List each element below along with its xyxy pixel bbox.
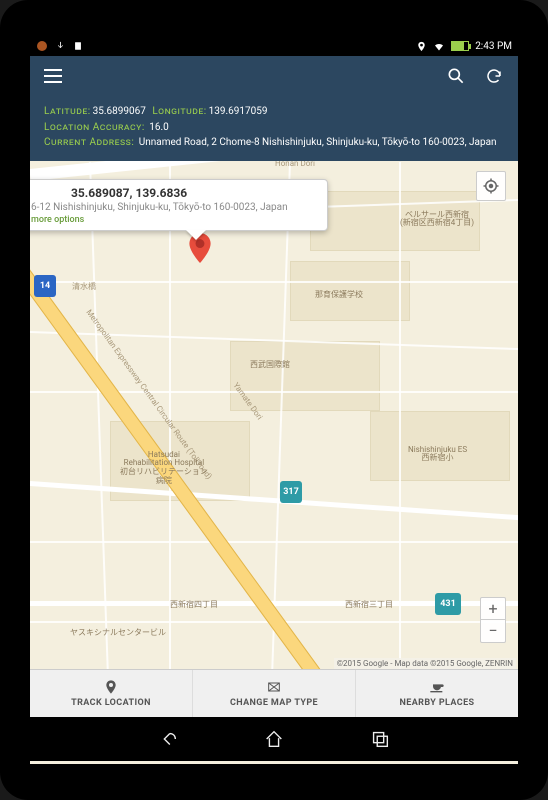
tab-change-map-type[interactable]: CHANGE MAP TYPE — [193, 670, 356, 717]
accuracy-value: 16.0 — [149, 122, 169, 133]
longitude-label: Longitude: — [152, 106, 206, 117]
tab-track-location[interactable]: TRACK LOCATION — [30, 670, 193, 717]
route-shield-431: 431 — [435, 593, 461, 615]
home-button[interactable] — [261, 726, 287, 752]
battery-icon — [451, 41, 469, 51]
route-shield-317: 317 — [280, 481, 302, 503]
tab-label: NEARBY PLACES — [400, 698, 475, 708]
download-icon — [54, 40, 66, 52]
search-icon[interactable] — [446, 66, 466, 86]
road-label-honan: Honan Dori — [275, 161, 315, 168]
zoom-control: + − — [480, 597, 506, 643]
android-nav-bar — [30, 717, 518, 761]
poi-hatsudai: Hatsudai Rehabilitation Hospital 初台リハビリテ… — [120, 451, 208, 486]
map-icon — [265, 678, 283, 696]
location-info-panel: Latitude:35.6899067 Longitude:139.691705… — [30, 96, 518, 161]
tab-label: CHANGE MAP TYPE — [230, 698, 318, 708]
bottom-tab-bar: TRACK LOCATION CHANGE MAP TYPE NEARBY PL… — [30, 669, 518, 717]
tablet-frame: 2:43 PM Latitude:35.6899067 Longitude:13… — [0, 0, 548, 800]
tab-label: TRACK LOCATION — [71, 698, 151, 708]
tab-nearby-places[interactable]: NEARBY PLACES — [356, 670, 518, 717]
wifi-icon — [433, 40, 445, 52]
recent-apps-button[interactable] — [367, 726, 393, 752]
status-time: 2:43 PM — [475, 41, 512, 52]
poi-building: 西武国際館 — [250, 361, 290, 370]
poi-sasuki: ヤスキシナルセンタービル — [70, 629, 166, 638]
road-label-shimizu: 清水橋 — [72, 281, 96, 292]
address-value: Unnamed Road, 2 Chome-8 Nishishinjuku, S… — [139, 137, 497, 148]
refresh-icon[interactable] — [484, 66, 504, 86]
accuracy-label: Location Accuracy: — [44, 122, 145, 133]
longitude-value: 139.6917059 — [209, 106, 268, 117]
back-button[interactable] — [155, 726, 181, 752]
pin-icon — [102, 678, 120, 696]
map-callout[interactable]: 35.689087, 139.6836 6-12 Nishishinjuku, … — [30, 179, 328, 231]
poi-kindergarten: 那育保護学校 — [315, 291, 363, 300]
poi-bellsalle: ベルサール西新宿 (新宿区西新宿4丁目) — [400, 211, 474, 229]
app-header — [30, 56, 518, 96]
android-status-bar: 2:43 PM — [30, 36, 518, 56]
route-shield-14: 14 — [34, 275, 56, 297]
poi-nishishinjuku-es: Nishishinjuku ES 西新宿小 — [408, 446, 467, 464]
cup-icon — [428, 678, 446, 696]
screen: 2:43 PM Latitude:35.6899067 Longitude:13… — [30, 36, 518, 764]
address-label: Current Address: — [44, 137, 134, 148]
location-status-icon — [415, 40, 427, 52]
sd-card-icon — [72, 40, 84, 52]
zoom-in-button[interactable]: + — [481, 598, 505, 620]
my-location-button[interactable] — [476, 171, 506, 201]
zoom-out-button[interactable]: − — [481, 620, 505, 642]
callout-address: 6-12 Nishishinjuku, Shinjuku-ku, Tōkyō-t… — [31, 202, 317, 213]
latitude-value: 35.6899067 — [93, 106, 146, 117]
poi-nishi4: 西新宿四丁目 — [170, 601, 218, 610]
menu-icon[interactable] — [44, 69, 62, 83]
map-attribution: ©2015 Google - Map data ©2015 Google, ZE… — [334, 658, 516, 669]
app-icon — [36, 40, 48, 52]
callout-more-options[interactable]: more options — [31, 215, 317, 225]
latitude-label: Latitude: — [44, 106, 91, 117]
callout-title: 35.689087, 139.6836 — [31, 186, 317, 200]
poi-nishi3: 西新宿三丁目 — [345, 601, 393, 610]
map[interactable]: Honan Dori 清水橋 Metropolitan Expressway C… — [30, 161, 518, 669]
